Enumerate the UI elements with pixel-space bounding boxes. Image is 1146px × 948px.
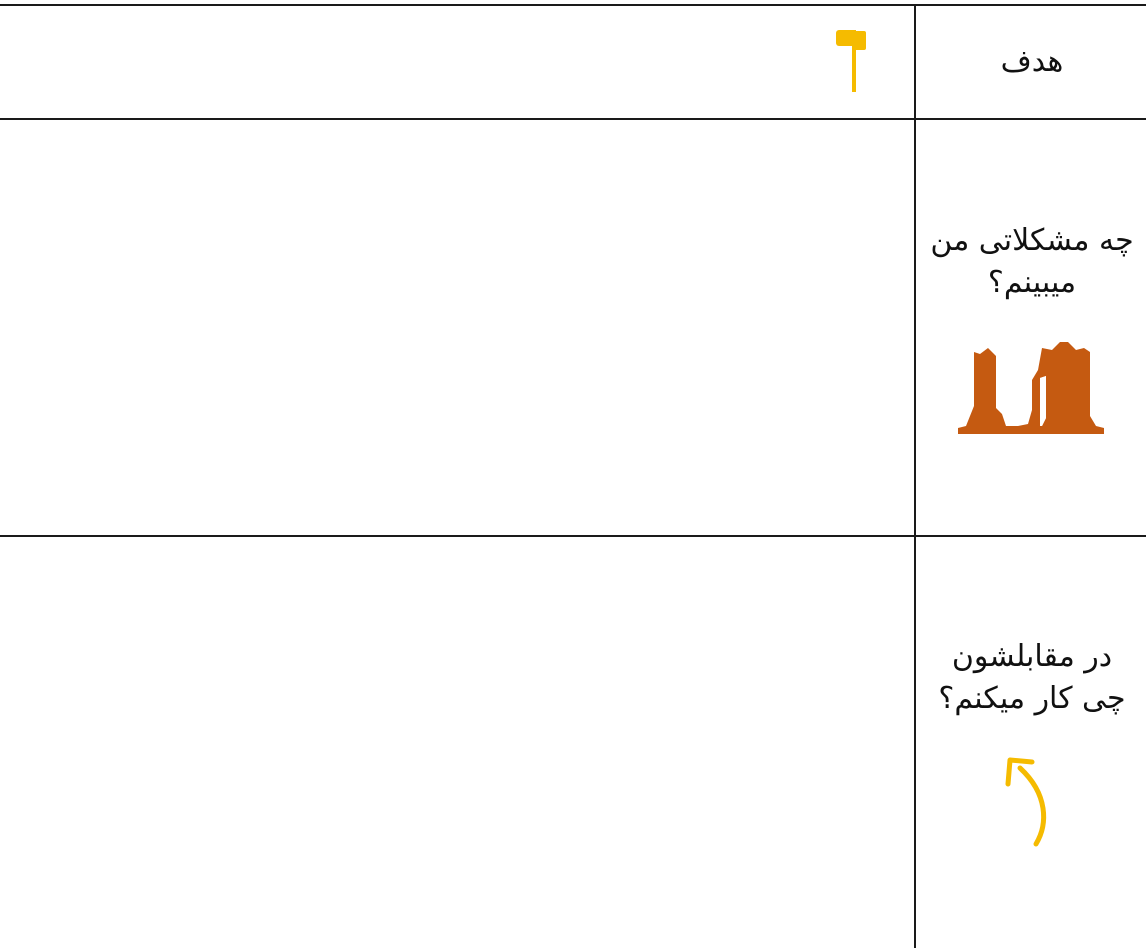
actions-label-cell: در مقابلشون چی کار میکنم؟ <box>918 537 1146 948</box>
goal-content-cell[interactable] <box>0 6 914 118</box>
goal-label-cell: هدف <box>918 6 1146 118</box>
actions-label: در مقابلشون چی کار میکنم؟ <box>938 638 1126 716</box>
rock-formation-icon <box>958 341 1104 434</box>
goal-label: هدف <box>1000 44 1064 79</box>
column-divider <box>914 4 916 948</box>
problems-label: چه مشکلاتی من میبینم؟ <box>930 222 1134 300</box>
problems-content-cell[interactable] <box>0 120 914 535</box>
flag-icon <box>836 30 866 92</box>
curved-arrow-up-icon <box>1005 757 1047 846</box>
actions-content-cell[interactable] <box>0 537 914 948</box>
problems-label-cell: چه مشکلاتی من میبینم؟ <box>918 120 1146 535</box>
